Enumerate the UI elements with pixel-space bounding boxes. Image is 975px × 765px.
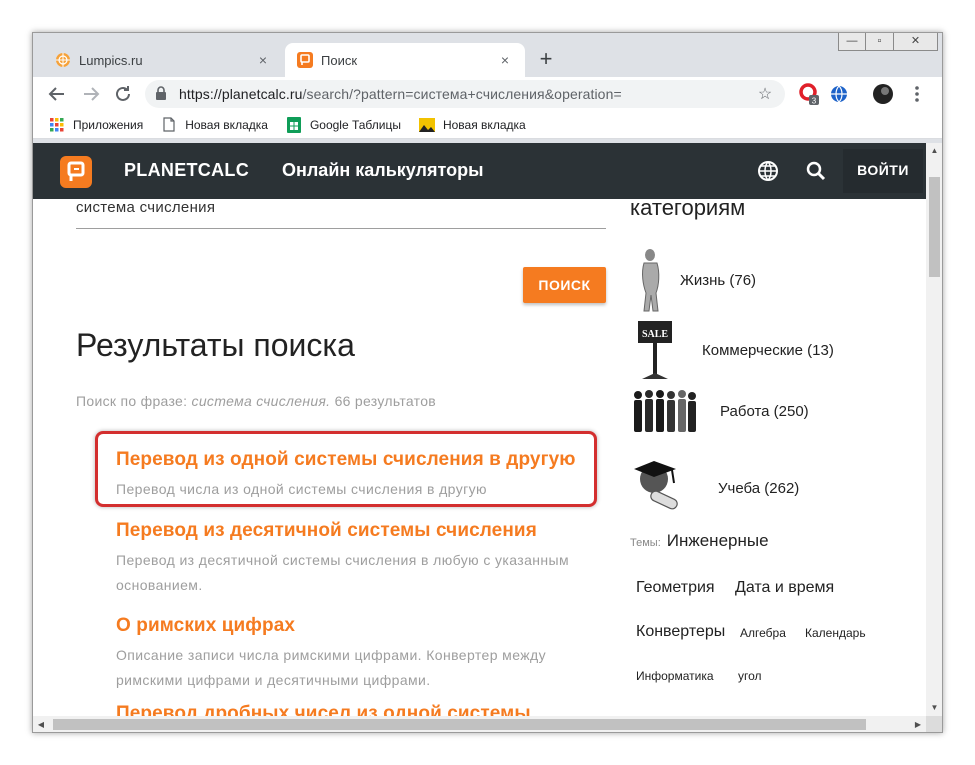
- minimize-button[interactable]: —: [838, 33, 866, 51]
- site-tagline[interactable]: Онлайн калькуляторы: [282, 160, 483, 181]
- sheets-icon: [286, 116, 302, 133]
- lumpics-favicon-icon: [55, 52, 71, 68]
- result-description: Перевод числа из одной системы счисления…: [116, 481, 487, 497]
- sale-sign-icon: SALE: [632, 317, 678, 383]
- bookmark-label: Приложения: [73, 117, 144, 132]
- globe-extension-icon[interactable]: [827, 82, 851, 106]
- category-label: Работа (250): [720, 402, 809, 420]
- back-button[interactable]: [45, 82, 69, 106]
- tab-close-icon[interactable]: ×: [497, 52, 513, 68]
- tag-algebra[interactable]: Алгебра: [740, 626, 786, 640]
- site-brand[interactable]: PLANETCALC: [124, 160, 249, 181]
- scrollbar-corner: [926, 716, 942, 732]
- tag-geometry[interactable]: Геометрия: [636, 579, 715, 597]
- horizontal-scrollbar[interactable]: ◀ ▶: [33, 716, 926, 732]
- browser-toolbar: https://planetcalc.ru/search/?pattern=си…: [33, 77, 942, 111]
- category-life[interactable]: Жизнь (76): [630, 245, 756, 315]
- bookmarks-bar: Приложения Новая вкладка Google Таблицы …: [33, 111, 942, 139]
- menu-kebab-icon[interactable]: [905, 82, 929, 106]
- window-controls: — ▫ ✕: [838, 33, 938, 51]
- tag-engineering[interactable]: Инженерные: [667, 531, 769, 550]
- search-button[interactable]: ПОИСК: [523, 267, 606, 303]
- tab-search[interactable]: Поиск ×: [285, 43, 525, 77]
- tag-converters[interactable]: Конвертеры: [636, 623, 725, 641]
- result-title-link[interactable]: Перевод дробных чисел из одной системы: [116, 703, 606, 716]
- result-title-link[interactable]: О римских цифрах: [116, 615, 606, 637]
- category-study[interactable]: Учеба (262): [632, 455, 799, 521]
- result-item: Перевод из одной системы счисления в дру…: [116, 449, 606, 502]
- maximize-button[interactable]: ▫: [866, 33, 894, 51]
- result-title-link[interactable]: Перевод из одной системы счисления в дру…: [116, 449, 606, 471]
- bookmark-label: Новая вкладка: [442, 117, 526, 132]
- scroll-right-arrow-icon[interactable]: ▶: [910, 716, 926, 732]
- result-description: Описание записи числа римскими цифрами. …: [116, 647, 546, 688]
- opera-extension-icon[interactable]: 3: [797, 82, 821, 106]
- result-item: Перевод дробных чисел из одной системы: [116, 703, 606, 716]
- bookmark-google-sheets[interactable]: Google Таблицы: [286, 116, 401, 133]
- image-icon: [418, 117, 435, 133]
- result-title-link[interactable]: Перевод из десятичной системы счисления: [116, 520, 606, 542]
- svg-text:3: 3: [812, 97, 817, 106]
- category-work[interactable]: Работа (250): [632, 388, 809, 434]
- result-description: Перевод из десятичной системы счисления …: [116, 552, 570, 593]
- reload-button[interactable]: [111, 82, 135, 106]
- bookmark-label: Новая вкладка: [185, 117, 268, 132]
- vertical-scrollbar[interactable]: ▲ ▼: [926, 143, 942, 716]
- reload-icon: [116, 86, 130, 101]
- site-header: PLANETCALC Онлайн калькуляторы ВОЙТИ: [33, 143, 926, 199]
- profile-avatar-icon[interactable]: [871, 82, 895, 106]
- search-icon[interactable]: [804, 159, 828, 183]
- planetcalc-favicon-icon: [297, 52, 313, 68]
- bookmark-star-icon[interactable]: ☆: [755, 84, 775, 104]
- result-item: О римских цифрах Описание записи числа р…: [116, 615, 606, 693]
- vertical-scroll-thumb[interactable]: [929, 177, 940, 277]
- topics-heading: Темы: Инженерные: [630, 531, 769, 550]
- tab-title: Lumpics.ru: [79, 52, 143, 68]
- category-label: Жизнь (76): [680, 271, 757, 289]
- bookmark-new-tab-2[interactable]: Новая вкладка: [418, 117, 526, 133]
- scroll-down-arrow-icon[interactable]: ▼: [926, 700, 942, 716]
- back-arrow-icon: [48, 87, 64, 101]
- close-window-button[interactable]: ✕: [894, 33, 938, 51]
- browser-window: Lumpics.ru × Поиск × + — ▫ ✕ https://pla…: [32, 32, 943, 733]
- category-commercial[interactable]: SALE Коммерческие (13): [632, 317, 834, 383]
- bookmark-apps[interactable]: Приложения: [49, 117, 143, 133]
- planetcalc-logo-icon[interactable]: [60, 156, 92, 188]
- svg-text:SALE: SALE: [642, 329, 668, 340]
- tab-close-icon[interactable]: ×: [255, 52, 271, 68]
- tab-lumpics[interactable]: Lumpics.ru ×: [43, 43, 283, 77]
- new-tab-button[interactable]: +: [533, 47, 559, 73]
- language-globe-icon[interactable]: [756, 159, 780, 183]
- page-icon: [161, 117, 177, 133]
- scroll-up-arrow-icon[interactable]: ▲: [926, 143, 942, 159]
- category-label: Коммерческие (13): [702, 341, 834, 359]
- scroll-left-arrow-icon[interactable]: ◀: [33, 716, 49, 732]
- category-label: Учеба (262): [718, 479, 800, 497]
- tab-strip: Lumpics.ru × Поиск × + — ▫ ✕: [33, 33, 942, 77]
- tag-date-time[interactable]: Дата и время: [735, 579, 834, 597]
- bookmark-new-tab-1[interactable]: Новая вкладка: [161, 117, 268, 133]
- apps-grid-icon: [49, 117, 65, 133]
- tag-informatics[interactable]: Информатика: [636, 669, 714, 683]
- lock-icon: [155, 85, 169, 103]
- businessmen-group-icon: [632, 388, 698, 434]
- page-title: Результаты поиска: [76, 327, 355, 363]
- bookmark-label: Google Таблицы: [309, 117, 401, 132]
- search-field-wrapper: [76, 193, 606, 229]
- results-summary: Поиск по фразе: система счисления. 66 ре…: [76, 393, 437, 409]
- graduation-cap-icon: [632, 455, 682, 521]
- horizontal-scroll-thumb[interactable]: [53, 719, 866, 730]
- tab-title: Поиск: [321, 52, 358, 68]
- login-button[interactable]: ВОЙТИ: [843, 149, 923, 193]
- address-bar[interactable]: https://planetcalc.ru/search/?pattern=си…: [145, 80, 785, 108]
- life-figure-icon: [630, 245, 670, 315]
- page-viewport: PLANETCALC Онлайн калькуляторы ВОЙТИ ПОИ…: [33, 143, 926, 716]
- result-item: Перевод из десятичной системы счисления …: [116, 520, 606, 598]
- forward-button[interactable]: [79, 82, 103, 106]
- forward-arrow-icon: [84, 87, 100, 101]
- tag-angle[interactable]: угол: [738, 669, 762, 683]
- url-text: https://planetcalc.ru/search/?pattern=си…: [179, 86, 622, 102]
- tag-calendar[interactable]: Календарь: [805, 626, 866, 640]
